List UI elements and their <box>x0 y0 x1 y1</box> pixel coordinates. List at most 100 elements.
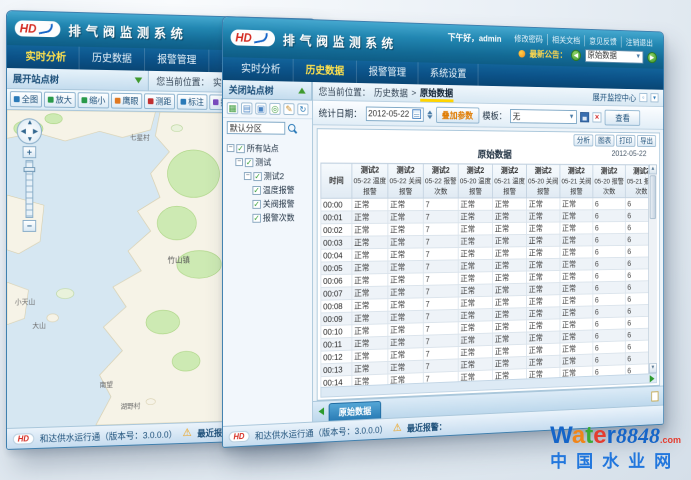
tree-node-温度报警[interactable]: ✓温度报警 <box>225 183 310 197</box>
page-select[interactable]: 原始数据 ▼ <box>585 49 643 64</box>
column-header[interactable]: 测试205-20 关阀报警 <box>527 164 560 198</box>
column-header[interactable]: 测试205-22 温度报警 <box>352 163 388 198</box>
vertical-scrollbar[interactable]: ▲ ▼ <box>648 164 657 373</box>
menu-item-报警管理[interactable]: 报警管理 <box>145 48 209 72</box>
menu-item-历史数据[interactable]: 历史数据 <box>294 59 357 83</box>
partition-search-input[interactable] <box>227 121 285 135</box>
column-header[interactable]: 测试205-21 关阀报警 <box>560 164 593 198</box>
date-stepper[interactable] <box>427 110 432 119</box>
column-header[interactable]: 测试205-21 温度报警 <box>493 164 527 198</box>
top-link-意见反馈[interactable]: 意见反馈 <box>585 35 622 47</box>
zoom-slider[interactable] <box>26 160 34 218</box>
pan-left-icon[interactable]: ◀ <box>21 127 26 135</box>
map-tool-全图[interactable]: 全图 <box>10 91 42 107</box>
top-link-注销退出[interactable]: 注销退出 <box>622 37 657 49</box>
value-cell: 正常 <box>388 335 423 349</box>
column-header-line2: 05-22 关阀报警 <box>389 175 422 196</box>
scroll-up-icon[interactable]: ▲ <box>649 164 657 174</box>
tree-node-所有站点[interactable]: −✓所有站点 <box>225 141 310 156</box>
checkbox-checked-icon[interactable]: ✓ <box>252 199 260 208</box>
value-cell: 正常 <box>493 247 527 260</box>
page-prev-button[interactable]: ◀ <box>571 49 581 60</box>
pan-right-icon[interactable]: ▶ <box>33 127 38 135</box>
select-all-icon[interactable]: ▣ <box>255 103 266 115</box>
save-template-icon[interactable] <box>580 112 589 122</box>
column-header[interactable]: 时间 <box>321 163 352 198</box>
site-tree-toggle-label: 展开站点树 <box>13 71 59 86</box>
menu-item-报警管理[interactable]: 报警管理 <box>357 61 419 85</box>
value-cell: 正常 <box>352 236 388 249</box>
edit-icon[interactable]: ✎ <box>283 103 294 115</box>
template-select[interactable]: 无 ▼ <box>510 109 577 124</box>
top-link-修改密码[interactable]: 修改密码 <box>510 33 548 45</box>
site-tree-toggle[interactable]: 展开站点树 <box>7 68 149 90</box>
zoom-out-button[interactable]: − <box>23 220 37 232</box>
search-icon[interactable] <box>288 123 297 133</box>
column-header[interactable]: 测试205-22 关阀报警 <box>388 163 423 198</box>
tree-node-测试[interactable]: −✓测试 <box>225 155 310 169</box>
layers-icon[interactable]: ▤ <box>241 102 252 114</box>
monitor-center-toggle[interactable]: 展开监控中心 ▫ ▾ <box>592 91 658 104</box>
scroll-right-icon[interactable] <box>650 375 655 383</box>
tree-node-测试2[interactable]: −✓测试2 <box>225 169 310 183</box>
breadcrumb-section[interactable]: 历史数据 <box>374 85 408 99</box>
map-tool-标注[interactable]: 标注 <box>177 94 208 110</box>
value-cell: 6 <box>593 257 625 270</box>
expand-icon[interactable]: ▾ <box>651 93 659 102</box>
view-button[interactable]: 查看 <box>605 109 641 125</box>
menu-item-系统设置[interactable]: 系统设置 <box>418 62 478 85</box>
collapse-icon[interactable]: − <box>244 172 252 180</box>
map-tool-放大[interactable]: 放大 <box>44 92 76 108</box>
scrollbar-thumb[interactable] <box>650 175 656 219</box>
column-header[interactable]: 测试205-20 报警次数 <box>593 164 625 197</box>
tab-scroll-left-icon[interactable] <box>319 407 325 415</box>
app-version-text: 和达供水运行通（版本号：3.0.0.0） <box>255 422 388 441</box>
site-tree-toggle[interactable]: 关闭站点树 <box>223 80 312 101</box>
checkbox-checked-icon[interactable]: ✓ <box>236 144 245 153</box>
step-up-icon[interactable] <box>427 110 432 114</box>
delete-template-icon[interactable]: × <box>593 112 602 122</box>
chevron-down-icon: ▼ <box>635 51 641 63</box>
date-picker[interactable]: 2012-05-22 <box>365 106 423 121</box>
refresh-icon[interactable]: ↻ <box>297 103 308 115</box>
column-header[interactable]: 测试205-20 温度报警 <box>458 164 492 198</box>
map-tool-鹰眼[interactable]: 鹰眼 <box>111 93 142 109</box>
map-tool-测距[interactable]: 测距 <box>144 93 175 109</box>
zoom-slider-thumb[interactable] <box>24 167 36 172</box>
collapse-icon[interactable]: − <box>235 158 243 166</box>
menu-item-实时分析[interactable]: 实时分析 <box>13 45 80 69</box>
map-pan-pad[interactable]: ▲ ▼ ◀ ▶ <box>17 118 42 144</box>
site-tree-icon[interactable]: ▦ <box>227 102 238 114</box>
value-cell: 7 <box>423 309 458 322</box>
checkbox-checked-icon[interactable]: ✓ <box>252 213 260 222</box>
step-down-icon[interactable] <box>427 115 432 119</box>
value-cell: 7 <box>423 285 458 298</box>
menu-item-实时分析[interactable]: 实时分析 <box>229 57 294 81</box>
value-cell: 6 <box>593 305 625 318</box>
collapse-icon[interactable]: − <box>227 144 235 152</box>
export-分析-button[interactable]: 分析 <box>574 134 594 146</box>
export-导出-button[interactable]: 导出 <box>637 135 656 147</box>
top-link-相关文档[interactable]: 相关文档 <box>548 34 585 46</box>
pan-up-icon[interactable]: ▲ <box>26 119 33 126</box>
calendar-icon[interactable] <box>412 109 421 119</box>
export-打印-button[interactable]: 打印 <box>616 134 635 146</box>
column-header-line2: 05-22 报警次数 <box>425 176 457 197</box>
pin-icon[interactable]: ▫ <box>639 93 647 102</box>
column-header[interactable]: 测试205-22 报警次数 <box>423 164 458 199</box>
tree-node-报警次数[interactable]: ✓报警次数 <box>225 211 310 225</box>
export-图表-button[interactable]: 图表 <box>595 134 615 146</box>
checkbox-checked-icon[interactable]: ✓ <box>245 158 254 167</box>
overlay-params-button[interactable]: 叠加参数 <box>436 106 479 123</box>
checkbox-checked-icon[interactable]: ✓ <box>253 172 261 181</box>
new-tab-icon[interactable] <box>651 391 658 401</box>
locate-icon[interactable]: ◎ <box>269 103 280 115</box>
checkbox-checked-icon[interactable]: ✓ <box>252 186 260 195</box>
scroll-down-icon[interactable]: ▼ <box>649 363 657 373</box>
tree-node-关阀报警[interactable]: ✓关阀报警 <box>225 197 310 211</box>
zoom-in-button[interactable]: + <box>23 146 37 158</box>
map-tool-缩小[interactable]: 缩小 <box>78 92 109 108</box>
pan-down-icon[interactable]: ▼ <box>26 136 33 143</box>
menu-item-历史数据[interactable]: 历史数据 <box>80 47 145 71</box>
page-next-button[interactable]: ▶ <box>647 52 657 63</box>
